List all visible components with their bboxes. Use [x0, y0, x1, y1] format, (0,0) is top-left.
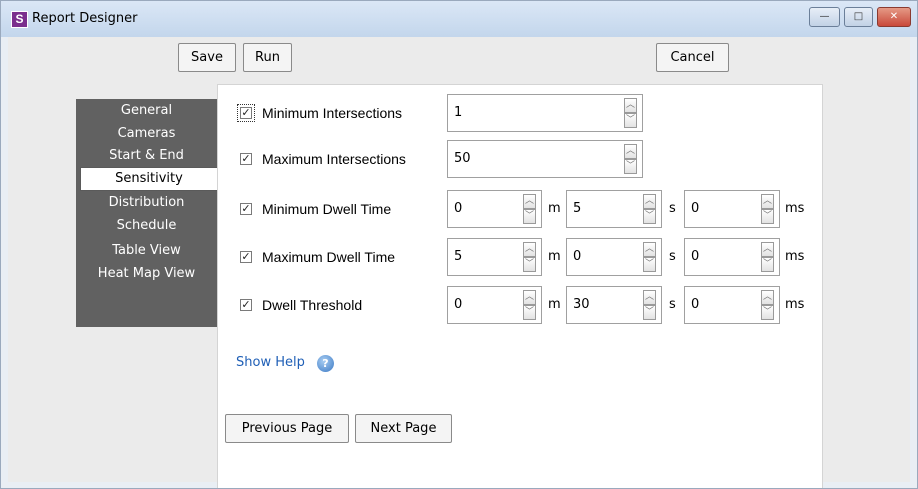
spin-down-icon[interactable]: ﹀ [643, 209, 656, 224]
minutes-unit-label: m [548, 201, 561, 216]
dwell-threshold-milliseconds-spinner[interactable]: 0 ︿ ﹀ [684, 286, 780, 324]
setting-row-dwell-threshold: ✓ Dwell Threshold 0 ︿ ﹀ m 30 ︿ ﹀ s 0 ︿ ﹀ [218, 286, 824, 326]
spin-down-icon[interactable]: ﹀ [643, 257, 656, 272]
maximum-dwell-seconds-spinner[interactable]: 0 ︿ ﹀ [566, 238, 662, 276]
spin-up-icon[interactable]: ︿ [761, 242, 774, 257]
setting-row-maximum-dwell-time: ✓ Maximum Dwell Time 5 ︿ ﹀ m 0 ︿ ﹀ s 0 ︿ [218, 238, 824, 278]
spinner-value: 5 [454, 249, 463, 264]
milliseconds-unit-label: ms [785, 249, 805, 264]
spinner-value: 5 [573, 201, 582, 216]
spin-down-icon[interactable]: ﹀ [624, 159, 637, 174]
app-logo-icon: S [11, 11, 28, 28]
seconds-unit-label: s [669, 297, 676, 312]
cancel-button[interactable]: Cancel [656, 43, 729, 72]
spinner-value: 50 [454, 151, 471, 166]
spinner-value: 0 [573, 249, 582, 264]
minimum-dwell-milliseconds-spinner[interactable]: 0 ︿ ﹀ [684, 190, 780, 228]
spin-up-icon[interactable]: ︿ [643, 194, 656, 209]
sidebar-item-schedule[interactable]: Schedule [76, 214, 217, 238]
dwell-threshold-label: Dwell Threshold [262, 297, 363, 313]
spin-up-icon[interactable]: ︿ [624, 144, 637, 159]
close-button[interactable]: ✕ [877, 7, 911, 27]
sidebar-item-general[interactable]: General [76, 99, 217, 123]
dwell-threshold-seconds-spinner[interactable]: 30 ︿ ﹀ [566, 286, 662, 324]
setting-row-maximum-intersections: ✓ Maximum Intersections 50 ︿ ﹀ [218, 140, 824, 180]
spin-up-icon[interactable]: ︿ [643, 290, 656, 305]
milliseconds-unit-label: ms [785, 297, 805, 312]
spin-up-icon[interactable]: ︿ [523, 290, 536, 305]
report-designer-window: S Report Designer — □ ✕ Save Run Cancel … [0, 0, 918, 489]
spin-down-icon[interactable]: ﹀ [643, 305, 656, 320]
maximum-dwell-time-checkbox[interactable]: ✓ [240, 251, 252, 263]
milliseconds-unit-label: ms [785, 201, 805, 216]
sidebar-item-sensitivity[interactable]: Sensitivity [80, 167, 218, 191]
save-button[interactable]: Save [178, 43, 236, 72]
minimum-intersections-checkbox[interactable]: ✓ [237, 104, 255, 122]
maximize-button[interactable]: □ [844, 7, 873, 27]
minimum-intersections-spinner[interactable]: 1 ︿ ﹀ [447, 94, 643, 132]
title-bar: S Report Designer — □ ✕ [1, 1, 917, 37]
spin-down-icon[interactable]: ﹀ [761, 257, 774, 272]
spinner-value: 0 [454, 201, 463, 216]
minimum-dwell-minutes-spinner[interactable]: 0 ︿ ﹀ [447, 190, 542, 228]
maximum-intersections-checkbox[interactable]: ✓ [240, 153, 252, 165]
next-page-button[interactable]: Next Page [355, 414, 452, 443]
maximum-intersections-spinner[interactable]: 50 ︿ ﹀ [447, 140, 643, 178]
maximum-dwell-minutes-spinner[interactable]: 5 ︿ ﹀ [447, 238, 542, 276]
sensitivity-panel: ✓ Minimum Intersections 1 ︿ ﹀ ✓ Maximum … [217, 84, 824, 488]
maximum-intersections-label: Maximum Intersections [262, 151, 406, 167]
maximum-dwell-milliseconds-spinner[interactable]: 0 ︿ ﹀ [684, 238, 780, 276]
sidebar-item-heat-map-view[interactable]: Heat Map View [76, 262, 217, 286]
spin-down-icon[interactable]: ﹀ [624, 113, 637, 128]
sidebar-item-table-view[interactable]: Table View [76, 239, 217, 263]
seconds-unit-label: s [669, 249, 676, 264]
minimize-button[interactable]: — [809, 7, 840, 27]
spin-up-icon[interactable]: ︿ [761, 290, 774, 305]
help-icon[interactable]: ? [317, 355, 334, 372]
spin-down-icon[interactable]: ﹀ [523, 209, 536, 224]
spin-up-icon[interactable]: ︿ [643, 242, 656, 257]
sidebar-item-cameras[interactable]: Cameras [76, 122, 217, 146]
spin-up-icon[interactable]: ︿ [624, 98, 637, 113]
spin-down-icon[interactable]: ﹀ [523, 257, 536, 272]
minimum-intersections-label: Minimum Intersections [262, 105, 403, 121]
minimum-dwell-seconds-spinner[interactable]: 5 ︿ ﹀ [566, 190, 662, 228]
seconds-unit-label: s [669, 201, 676, 216]
spin-down-icon[interactable]: ﹀ [761, 305, 774, 320]
spinner-value: 0 [691, 249, 700, 264]
minutes-unit-label: m [548, 249, 561, 264]
previous-page-button[interactable]: Previous Page [225, 414, 349, 443]
setting-row-minimum-intersections: ✓ Minimum Intersections 1 ︿ ﹀ [218, 94, 824, 134]
setting-row-minimum-dwell-time: ✓ Minimum Dwell Time 0 ︿ ﹀ m 5 ︿ ﹀ s 0 ︿ [218, 190, 824, 230]
minimum-dwell-time-label: Minimum Dwell Time [262, 201, 392, 217]
sidebar: General Cameras Start & End Sensitivity … [76, 99, 218, 327]
spinner-value: 0 [691, 201, 700, 216]
dwell-threshold-minutes-spinner[interactable]: 0 ︿ ﹀ [447, 286, 542, 324]
dwell-threshold-checkbox[interactable]: ✓ [240, 299, 252, 311]
minimum-dwell-time-checkbox[interactable]: ✓ [240, 203, 252, 215]
sidebar-item-start-end[interactable]: Start & End [76, 144, 217, 168]
spin-up-icon[interactable]: ︿ [523, 242, 536, 257]
run-button[interactable]: Run [243, 43, 292, 72]
maximum-dwell-time-label: Maximum Dwell Time [262, 249, 396, 265]
spinner-value: 0 [454, 297, 463, 312]
dialog-body: Save Run Cancel General Cameras Start & … [8, 37, 910, 488]
show-help-link[interactable]: Show Help [236, 355, 305, 370]
window-title: Report Designer [32, 11, 138, 26]
minutes-unit-label: m [548, 297, 561, 312]
spin-up-icon[interactable]: ︿ [761, 194, 774, 209]
spin-up-icon[interactable]: ︿ [523, 194, 536, 209]
spin-down-icon[interactable]: ﹀ [523, 305, 536, 320]
spinner-value: 30 [573, 297, 590, 312]
spinner-value: 0 [691, 297, 700, 312]
spin-down-icon[interactable]: ﹀ [761, 209, 774, 224]
spinner-value: 1 [454, 105, 463, 120]
sidebar-item-distribution[interactable]: Distribution [76, 191, 217, 215]
